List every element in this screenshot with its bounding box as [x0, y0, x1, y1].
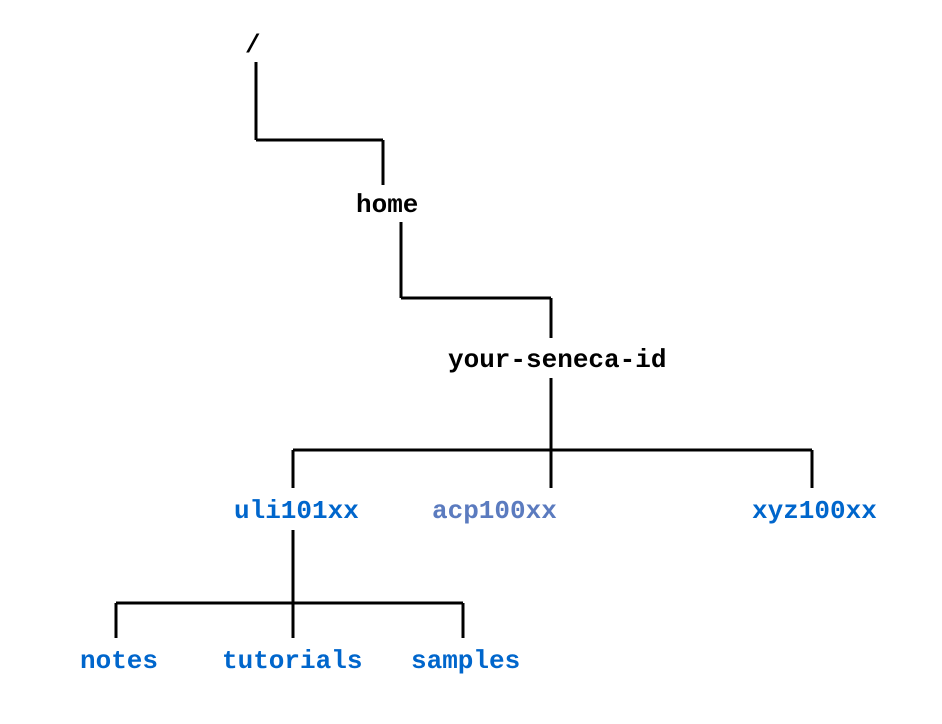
node-home: home	[356, 190, 418, 220]
directory-tree-diagram: / home your-seneca-id uli101xx acp100xx …	[0, 0, 942, 724]
node-samples: samples	[411, 646, 520, 676]
node-user: your-seneca-id	[448, 345, 666, 375]
node-tutorials: tutorials	[222, 646, 362, 676]
node-uli101xx: uli101xx	[234, 496, 359, 526]
node-root: /	[245, 30, 261, 60]
node-acp100xx: acp100xx	[432, 496, 557, 526]
node-notes: notes	[80, 646, 158, 676]
node-xyz100xx: xyz100xx	[752, 496, 877, 526]
